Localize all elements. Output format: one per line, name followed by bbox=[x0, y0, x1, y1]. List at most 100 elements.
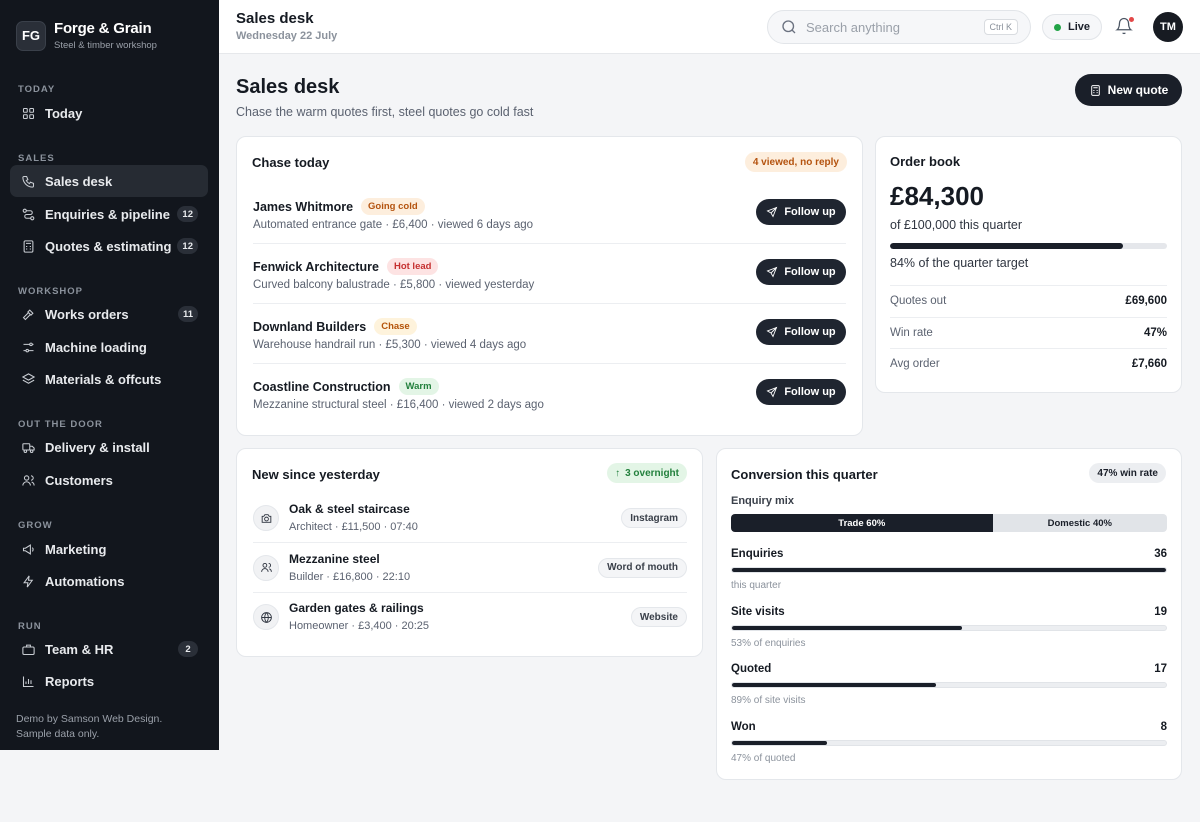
enquiry-mix-label: Enquiry mix bbox=[731, 495, 794, 507]
calculator-icon bbox=[1090, 84, 1100, 96]
order-book-title: Order book bbox=[890, 154, 961, 169]
search-input[interactable] bbox=[806, 19, 984, 35]
sidebar-item-reports[interactable]: Reports bbox=[10, 665, 208, 697]
conversion-title: Conversion this quarter bbox=[731, 467, 878, 482]
sidebar-item-machine-loading[interactable]: Machine loading bbox=[10, 331, 208, 363]
live-label: Live bbox=[1068, 21, 1091, 33]
live-indicator[interactable]: Live bbox=[1042, 14, 1103, 40]
brand[interactable]: FG Forge & Grain Steel & timber workshop bbox=[0, 0, 219, 53]
list-item[interactable]: Garden gates & railings Homeowner · £3,40… bbox=[253, 593, 687, 642]
chase-customer-name: Downland Builders bbox=[253, 319, 367, 334]
funnel-stage-fill bbox=[732, 740, 828, 745]
enquiry-detail: Architect · £11,500 · 07:40 bbox=[289, 521, 418, 533]
avatar[interactable]: TM bbox=[1153, 12, 1183, 42]
sidebar-item-label: Marketing bbox=[45, 541, 107, 557]
chase-row: Downland Builders Chase Warehouse handrail… bbox=[253, 304, 846, 364]
users-icon bbox=[21, 474, 35, 486]
chase-detail: Warehouse handrail run · £5,300 · viewed… bbox=[253, 339, 527, 351]
order-book-card: Order book £84,300 of £100,000 this quar… bbox=[875, 136, 1182, 393]
arrow-up-icon: ↑ bbox=[615, 467, 621, 479]
calculator-icon bbox=[20, 238, 36, 254]
sidebar-item-automations[interactable]: Automations bbox=[10, 565, 208, 597]
list-item[interactable]: Mezzanine steel Builder · £16,800 · 22:10… bbox=[253, 544, 687, 593]
funnel-stage-label: Won bbox=[731, 720, 756, 733]
chart-icon bbox=[20, 673, 36, 689]
live-dot-icon bbox=[1054, 23, 1061, 31]
list-item[interactable]: Oak & steel staircase Architect · £11,500… bbox=[253, 494, 687, 543]
sidebar-item-sales-desk[interactable]: Sales desk bbox=[10, 165, 208, 197]
notification-dot-icon bbox=[1129, 17, 1134, 22]
chase-detail: Automated entrance gate · £6,400 · viewe… bbox=[253, 219, 534, 231]
status-badge: Chase bbox=[374, 318, 417, 335]
chase-customer-name: Coastline Construction bbox=[253, 379, 391, 394]
sidebar-item-label: Customers bbox=[45, 472, 113, 488]
sidebar-item-quotes-estimating[interactable]: Quotes & estimating 12 bbox=[10, 230, 208, 262]
sidebar-item-label: Automations bbox=[45, 573, 125, 589]
enquiry-name: Mezzanine steel bbox=[289, 551, 380, 566]
search-icon bbox=[782, 20, 796, 34]
people-icon bbox=[253, 554, 279, 581]
sidebar-item-team-hr[interactable]: Team & HR 2 bbox=[10, 633, 208, 665]
chase-customer-name: Fenwick Architecture bbox=[253, 259, 379, 274]
funnel-stage-sub: 47% of quoted bbox=[731, 752, 796, 764]
notifications-button[interactable] bbox=[1115, 17, 1135, 37]
sidebar-item-materials-offcuts[interactable]: Materials & offcuts bbox=[10, 363, 208, 395]
funnel-stage-bar bbox=[731, 567, 1167, 573]
status-badge: Going cold bbox=[361, 198, 425, 215]
enquiry-name: Oak & steel staircase bbox=[289, 502, 410, 516]
calculator-icon bbox=[23, 239, 33, 253]
brand-name: Forge & Grain bbox=[54, 19, 152, 37]
follow-up-label: Follow up bbox=[784, 386, 836, 398]
topbar-title: Sales desk bbox=[236, 10, 314, 27]
sliders-icon bbox=[20, 339, 36, 355]
sidebar-item-delivery-install[interactable]: Delivery & install bbox=[10, 431, 208, 463]
sidebar-item-enquiries-pipeline[interactable]: Enquiries & pipeline 12 bbox=[10, 198, 208, 230]
enquiry-mix-segment: Trade 60% bbox=[731, 514, 993, 532]
conversion-badge: 47% win rate bbox=[1089, 463, 1166, 483]
page-title: Sales desk bbox=[236, 76, 340, 98]
funnel-stage-sub: 53% of enquiries bbox=[731, 637, 806, 649]
follow-up-label: Follow up bbox=[784, 266, 836, 278]
megaphone-icon bbox=[20, 541, 36, 557]
phone-icon bbox=[20, 173, 36, 189]
source-badge: Website bbox=[630, 607, 687, 627]
enquiry-detail: Homeowner · £3,400 · 20:25 bbox=[289, 620, 430, 632]
sidebar-item-label: Materials & offcuts bbox=[45, 371, 162, 387]
chase-customer: Fenwick Architecture Hot lead bbox=[253, 258, 439, 275]
funnel-stage: Enquiries 36 this quarter bbox=[731, 548, 1167, 598]
search-shortcut: Ctrl K bbox=[983, 19, 1018, 35]
truck-icon bbox=[20, 439, 36, 455]
sidebar-item-today[interactable]: Today bbox=[10, 97, 208, 129]
chase-customer: Downland Builders Chase bbox=[253, 318, 417, 335]
follow-up-button[interactable]: Follow up bbox=[756, 319, 846, 345]
sidebar-item-customers[interactable]: Customers bbox=[10, 464, 208, 496]
stat-value: £69,600 bbox=[1125, 295, 1167, 307]
chase-customer: Coastline Construction Warm bbox=[253, 378, 439, 395]
sidebar-item-label: Works orders bbox=[45, 306, 129, 322]
nav-section-label: GROW bbox=[18, 520, 53, 531]
search-box[interactable]: Ctrl K bbox=[767, 10, 1031, 44]
sidebar-footer-line: Sample data only. bbox=[16, 728, 100, 740]
enquiry-name: Garden gates & railings bbox=[289, 601, 424, 615]
stat-value: 47% bbox=[1143, 326, 1167, 339]
new-quote-button[interactable]: New quote bbox=[1075, 74, 1182, 106]
funnel-stage-value: 36 bbox=[1154, 548, 1167, 560]
follow-up-button[interactable]: Follow up bbox=[756, 259, 846, 285]
order-book-stat: Win rate 47% bbox=[890, 316, 1167, 348]
order-book-stat: Avg order £7,660 bbox=[890, 348, 1167, 379]
megaphone-icon bbox=[22, 543, 34, 555]
sidebar-item-works-orders[interactable]: Works orders 11 bbox=[10, 298, 208, 330]
new-since-card: New since yesterday ↑ 3 overnight Oak & … bbox=[236, 448, 703, 657]
sidebar-item-label: Quotes & estimating bbox=[45, 238, 172, 254]
globe-icon bbox=[253, 604, 279, 630]
source-badge: Instagram bbox=[621, 508, 687, 528]
follow-up-button[interactable]: Follow up bbox=[756, 199, 846, 225]
chase-today-card: Chase today 4 viewed, no reply James Whi… bbox=[236, 136, 863, 436]
funnel-stage-value: 19 bbox=[1154, 605, 1167, 618]
bolt-icon bbox=[20, 573, 36, 589]
order-book-target: of £100,000 this quarter bbox=[890, 218, 1023, 232]
follow-up-button[interactable]: Follow up bbox=[756, 379, 846, 405]
pipeline-icon bbox=[22, 208, 34, 220]
sidebar-item-marketing[interactable]: Marketing bbox=[10, 533, 208, 565]
funnel-stage-sub: this quarter bbox=[731, 580, 782, 591]
